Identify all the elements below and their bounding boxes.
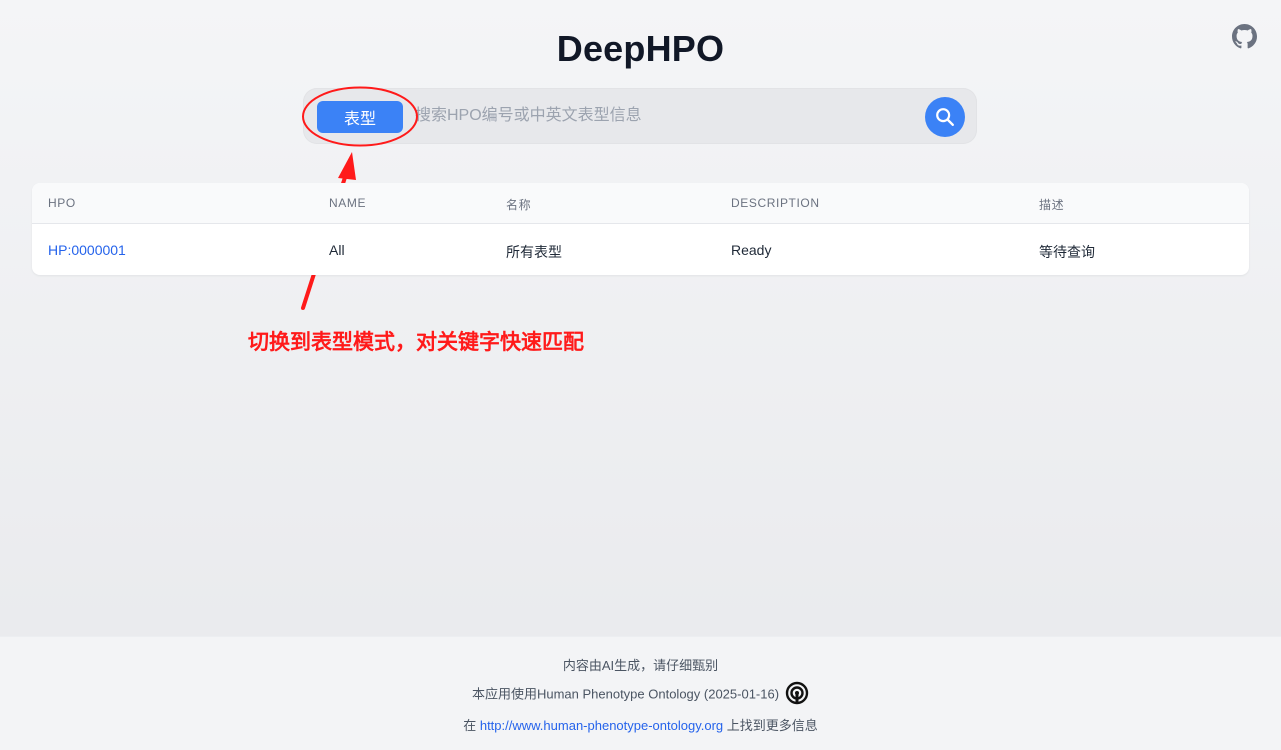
column-header-description: DESCRIPTION (731, 196, 820, 210)
footer-more-info-suffix: 上找到更多信息 (726, 718, 818, 733)
footer-more-info: 在 http://www.human-phenotype-ontology.or… (0, 715, 1281, 734)
cell-name: All (329, 242, 345, 258)
mode-toggle-label: 表型 (343, 111, 376, 128)
search-bar: 表型 (303, 88, 977, 144)
search-input[interactable] (415, 100, 915, 132)
column-header-name-cn: 名称 (506, 198, 532, 212)
cell-name-cn: 所有表型 (506, 244, 562, 260)
footer-disclaimer: 内容由AI生成，请仔细甄别 (562, 658, 719, 673)
footer-attribution: 本应用使用Human Phenotype Ontology (2025-01-1… (0, 681, 1281, 705)
column-header-hpo: HPO (48, 196, 76, 210)
cell-description-cn: 等待查询 (1039, 244, 1095, 260)
podcast-icon (785, 681, 809, 705)
column-header-description-cn: 描述 (1039, 198, 1065, 212)
results-table: HPO NAME 名称 DESCRIPTION 描述 HP:0000001 Al… (32, 183, 1249, 275)
footer: 内容由AI生成，请仔细甄别 本应用使用Human Phenotype Ontol… (0, 636, 1281, 750)
page-title: DeepHPO (556, 28, 725, 69)
search-icon (936, 108, 954, 126)
column-header-name: NAME (329, 196, 367, 210)
cell-description: Ready (731, 242, 772, 258)
footer-attribution-text: 本应用使用Human Phenotype Ontology (2025-01-1… (471, 686, 780, 702)
search-button[interactable] (925, 97, 965, 137)
footer-more-info-prefix: 在 (463, 718, 477, 733)
hpo-website-link[interactable]: http://www.human-phenotype-ontology.org (480, 718, 723, 733)
annotation-text: 切换到表型模式，对关键字快速匹配 (248, 331, 584, 354)
table-header: HPO NAME 名称 DESCRIPTION 描述 (32, 183, 1249, 224)
hpo-id-link[interactable]: HP:0000001 (48, 242, 126, 258)
mode-toggle-button[interactable]: 表型 (317, 101, 403, 133)
